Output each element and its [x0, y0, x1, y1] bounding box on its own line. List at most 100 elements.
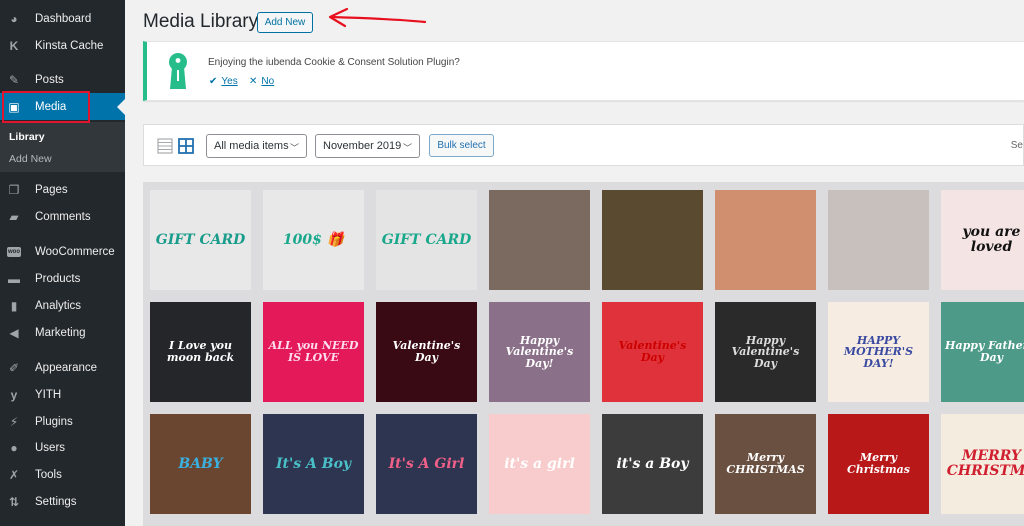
media-grid: GIFT CARD 100$ 🎁 GIFT CARD you are loved I L…	[143, 182, 1024, 526]
sidebar-item-kinsta-cache[interactable]: K Kinsta Cache	[0, 32, 125, 59]
thumbnail-caption: Merry CHRISTMAS	[726, 451, 805, 476]
yes-label: Yes	[221, 76, 238, 87]
media-icon: ▣	[8, 99, 20, 114]
thumbnail-caption: it's a Boy	[616, 455, 689, 472]
submenu-add-new[interactable]: Add New	[9, 153, 52, 165]
chevron-down-icon: ﹀	[289, 143, 299, 153]
sidebar-item-settings[interactable]: ⇅ Settings	[0, 488, 125, 515]
media-thumbnail[interactable]: Happy Valentine's Day	[715, 302, 816, 402]
sidebar-item-posts[interactable]: ✎ Posts	[0, 66, 125, 93]
media-thumbnail[interactable]: I Love you moon back	[150, 302, 251, 402]
thumbnail-caption: you are loved	[962, 224, 1021, 255]
media-thumbnail[interactable]: BABY	[150, 414, 251, 514]
thumbnail-caption: BABY	[178, 455, 223, 472]
media-thumbnail[interactable]: It's A Boy	[263, 414, 364, 514]
bulk-select-button[interactable]: Bulk select	[429, 134, 494, 157]
sidebar-item-yith[interactable]: y YITH	[0, 381, 125, 408]
media-thumbnail[interactable]: you are loved	[941, 190, 1024, 290]
thumbnail-caption: Valentine's Day	[618, 339, 687, 364]
media-thumbnail[interactable]: 100$ 🎁	[263, 190, 364, 290]
sidebar-item-label: YITH	[35, 388, 62, 401]
admin-sidebar: ◕ Dashboard K Kinsta Cache ✎ Posts ▣ Media ❐ Page…	[0, 0, 125, 526]
annotation-arrow-icon	[328, 7, 427, 28]
bar-chart-icon: ▮	[10, 298, 18, 313]
media-thumbnail[interactable]	[489, 190, 590, 290]
comment-icon: ▰	[9, 209, 19, 224]
sidebar-item-pages[interactable]: ❐ Pages	[0, 176, 125, 203]
search-label: Se	[1010, 140, 1023, 151]
sidebar-item-appearance[interactable]: ✐ Appearance	[0, 354, 125, 381]
sidebar-item-users[interactable]: ● Users	[0, 434, 125, 461]
thumbnail-caption: MERRY CHRISTMA	[946, 448, 1024, 479]
thumbnail-caption: HAPPY MOTHER'S DAY!	[843, 333, 914, 370]
media-submenu: Library Add New	[0, 122, 125, 172]
sidebar-item-media[interactable]: ▣ Media	[0, 93, 125, 120]
date-filter[interactable]: November 2019 ﹀	[315, 134, 420, 158]
sidebar-item-label: Media	[35, 100, 67, 113]
notice-text: Enjoying the iubenda Cookie & Consent So…	[208, 57, 460, 68]
sidebar-item-analytics[interactable]: ▮ Analytics	[0, 292, 125, 319]
sidebar-item-tools[interactable]: ✗ Tools	[0, 461, 125, 488]
page-title: Media Library	[143, 11, 259, 32]
thumbnail-caption: ALL you NEED IS LOVE	[268, 339, 359, 364]
media-thumbnail[interactable]: HAPPY MOTHER'S DAY!	[828, 302, 929, 402]
pages-icon: ❐	[8, 182, 20, 197]
thumbnail-caption: GIFT CARD	[155, 231, 246, 248]
wrench-icon: ✗	[8, 467, 20, 482]
keyhole-icon	[169, 53, 187, 89]
media-thumbnail[interactable]: Merry CHRISTMAS	[715, 414, 816, 514]
sidebar-item-comments[interactable]: ▰ Comments	[0, 203, 125, 230]
thumbnail-caption	[536, 236, 544, 244]
sidebar-item-label: Products	[35, 272, 81, 285]
media-thumbnail[interactable]: Merry Christmas	[828, 414, 929, 514]
thumbnail-caption: Happy Valentine's Day!	[505, 333, 574, 370]
date-filter-value: November 2019	[323, 140, 402, 152]
media-thumbnail[interactable]: GIFT CARD	[150, 190, 251, 290]
sidebar-item-label: Dashboard	[35, 12, 92, 25]
sidebar-item-label: Comments	[35, 210, 91, 223]
media-thumbnail[interactable]: ALL you NEED IS LOVE	[263, 302, 364, 402]
sidebar-item-label: Analytics	[35, 299, 82, 312]
media-thumbnail[interactable]: Valentine's Day	[376, 302, 477, 402]
media-thumbnail[interactable]	[828, 190, 929, 290]
media-thumbnail[interactable]: it's a girl	[489, 414, 590, 514]
submenu-library[interactable]: Library	[9, 131, 45, 143]
kinsta-icon: K	[9, 38, 19, 53]
media-thumbnail[interactable]: MERRY CHRISTMA	[941, 414, 1024, 514]
sidebar-item-dashboard[interactable]: ◕ Dashboard	[0, 5, 125, 32]
media-thumbnail[interactable]: It's A Girl	[376, 414, 477, 514]
media-type-value: All media items	[214, 140, 289, 152]
media-thumbnail[interactable]	[602, 190, 703, 290]
settings-icon: ⇅	[8, 494, 20, 509]
sidebar-item-label: Pages	[35, 183, 68, 196]
grid-view-icon[interactable]	[178, 138, 194, 154]
notice-no-link[interactable]: ✕ No	[249, 76, 274, 87]
x-icon: ✕	[249, 76, 258, 87]
megaphone-icon: ◀	[9, 325, 19, 340]
media-thumbnail[interactable]: Happy Valentine's Day!	[489, 302, 590, 402]
woocommerce-icon: woo	[7, 246, 21, 257]
notice-yes-link[interactable]: ✔ Yes	[209, 76, 238, 87]
sidebar-item-plugins[interactable]: ⚡ Plugins	[0, 408, 125, 435]
list-view-icon[interactable]	[157, 138, 173, 154]
check-icon: ✔	[209, 76, 218, 87]
sidebar-item-woocommerce[interactable]: woo WooCommerce	[0, 238, 125, 265]
thumbnail-caption	[762, 236, 770, 244]
iubenda-notice: Enjoying the iubenda Cookie & Consent So…	[143, 41, 1024, 101]
media-thumbnail[interactable]: it's a Boy	[602, 414, 703, 514]
thumbnail-caption: It's A Girl	[388, 455, 465, 472]
media-thumbnail[interactable]: Happy Father's Day	[941, 302, 1024, 402]
sidebar-item-products[interactable]: ▬ Products	[0, 265, 125, 292]
sidebar-item-label: Settings	[35, 495, 77, 508]
sidebar-item-label: Appearance	[35, 361, 98, 374]
media-thumbnail[interactable]: Valentine's Day	[602, 302, 703, 402]
plug-icon: ⚡	[9, 414, 19, 429]
media-thumbnail[interactable]	[715, 190, 816, 290]
sidebar-item-label: WooCommerce	[35, 245, 115, 258]
add-new-button[interactable]: Add New	[257, 12, 313, 33]
media-type-filter[interactable]: All media items ﹀	[206, 134, 307, 158]
thumbnail-caption: I Love you moon back	[166, 339, 235, 364]
sidebar-item-marketing[interactable]: ◀ Marketing	[0, 319, 125, 346]
thumbnail-caption: GIFT CARD	[381, 231, 472, 248]
media-thumbnail[interactable]: GIFT CARD	[376, 190, 477, 290]
